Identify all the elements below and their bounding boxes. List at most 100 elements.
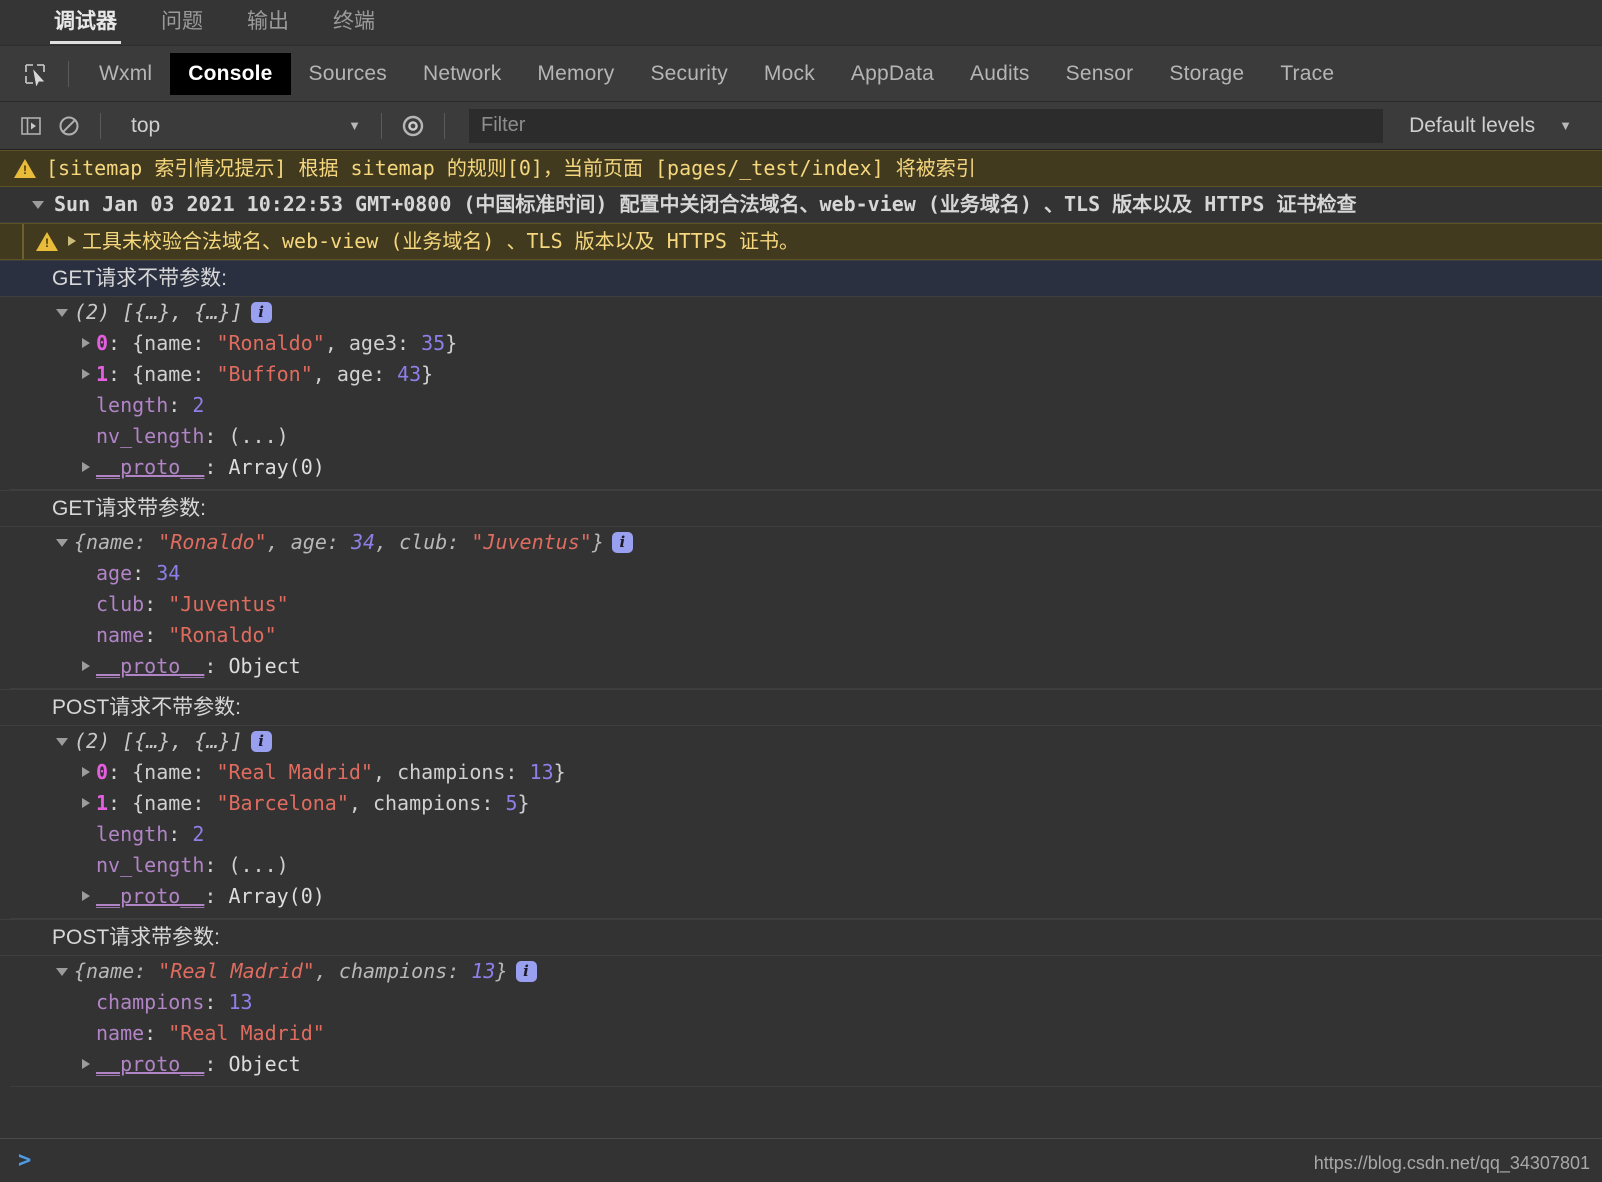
nested-warning-text: 工具未校验合法域名、web-view (业务域名) 、TLS 版本以及 HTTP…	[82, 229, 799, 253]
disclosure-triangle-icon[interactable]	[56, 309, 68, 317]
console-label-row[interactable]: GET请求不带参数:	[0, 260, 1602, 297]
devtools-tab-security[interactable]: Security	[632, 53, 745, 95]
property-value-token: }	[421, 362, 434, 386]
devtools-tab-console[interactable]: Console	[170, 52, 291, 95]
console-sidebar-icon[interactable]	[12, 107, 50, 145]
property-separator: :	[204, 853, 229, 877]
property-key: __proto__	[96, 654, 205, 678]
property-key: length	[96, 822, 169, 846]
disclosure-triangle-icon[interactable]	[82, 1059, 90, 1069]
property-key: __proto__	[96, 1052, 205, 1076]
devtools-tab-storage[interactable]: Storage	[1151, 53, 1262, 95]
property-value-token: "Juventus"	[168, 592, 289, 616]
object-property-line[interactable]: nv_length: (...)	[0, 421, 1602, 452]
warning-icon-nested	[36, 232, 58, 251]
toolbar-divider-3	[381, 112, 382, 139]
console-warning-nested[interactable]: 工具未校验合法域名、web-view (业务域名) 、TLS 版本以及 HTTP…	[0, 223, 1602, 260]
disclosure-triangle-icon[interactable]	[56, 968, 68, 976]
property-separator: :	[204, 424, 229, 448]
devtools-tab-network[interactable]: Network	[405, 53, 519, 95]
property-key: 0	[96, 760, 109, 784]
property-value-token: 2	[192, 822, 205, 846]
disclosure-triangle-icon[interactable]	[82, 338, 90, 348]
preview-token: "Ronaldo"	[158, 530, 267, 554]
property-key: __proto__	[96, 455, 205, 479]
property-value-token: , age3:	[324, 331, 422, 355]
console-group-date[interactable]: Sun Jan 03 2021 10:22:53 GMT+0800 (中国标准时…	[0, 187, 1602, 223]
property-value-token: 2	[192, 393, 205, 417]
console-toolbar: top ▼ Default levels ▼	[0, 102, 1602, 150]
devtools-tab-wxml[interactable]: Wxml	[81, 53, 170, 95]
devtools-tab-strip: Wxml Console Sources Network Memory Security M…	[0, 46, 1602, 102]
console-label-row[interactable]: POST请求不带参数:	[0, 689, 1602, 726]
object-property-line[interactable]: length: 2	[0, 390, 1602, 421]
info-badge-icon[interactable]: i	[250, 730, 272, 752]
disclosure-triangle-icon[interactable]	[82, 661, 90, 671]
clear-console-icon[interactable]	[50, 107, 88, 145]
watermark-text: https://blog.csdn.net/qq_34307801	[1313, 1153, 1590, 1173]
console-label-row[interactable]: POST请求带参数:	[0, 919, 1602, 956]
disclosure-triangle-icon[interactable]	[82, 462, 90, 472]
preview-token: "Juventus"	[471, 530, 592, 554]
log-levels-label: Default levels	[1409, 113, 1536, 137]
object-property-line[interactable]: champions: 13	[0, 987, 1602, 1018]
date-group-text: Sun Jan 03 2021 10:22:53 GMT+0800 (中国标准时…	[54, 192, 1357, 216]
object-property-line[interactable]: __proto__: Array(0)	[0, 452, 1602, 483]
ide-tab-3[interactable]: 终端	[311, 5, 397, 45]
disclosure-triangle-icon[interactable]	[82, 369, 90, 379]
object-property-line[interactable]: 1: {name: "Barcelona", champions: 5}	[0, 788, 1602, 819]
object-property-line[interactable]: 0: {name: "Real Madrid", champions: 13}	[0, 757, 1602, 788]
object-property-line[interactable]: age: 34	[0, 558, 1602, 589]
devtools-tab-audits[interactable]: Audits	[952, 53, 1048, 95]
disclosure-triangle-icon[interactable]	[82, 891, 90, 901]
object-property-line[interactable]: __proto__: Object	[0, 651, 1602, 682]
devtools-tab-sources[interactable]: Sources	[291, 53, 405, 95]
execution-context-select[interactable]: top ▼	[119, 109, 369, 143]
object-property-line[interactable]: 1: {name: "Buffon", age: 43}	[0, 359, 1602, 390]
disclosure-triangle-icon[interactable]	[82, 767, 90, 777]
console-warning-sitemap[interactable]: [sitemap 索引情况提示] 根据 sitemap 的规则[0]，当前页面 …	[0, 150, 1602, 187]
object-property-line[interactable]: name: "Ronaldo"	[0, 620, 1602, 651]
disclosure-triangle-icon[interactable]	[56, 539, 68, 547]
object-property-line[interactable]: __proto__: Array(0)	[0, 881, 1602, 912]
inspect-element-icon[interactable]	[14, 53, 56, 95]
object-preview-line[interactable]: (2) [{…}, {…}] i	[0, 726, 1602, 757]
disclosure-triangle-icon-nested[interactable]	[68, 236, 76, 246]
info-badge-icon[interactable]: i	[250, 301, 272, 323]
object-property-line[interactable]: name: "Real Madrid"	[0, 1018, 1602, 1049]
object-property-line[interactable]: length: 2	[0, 819, 1602, 850]
preview-token: , champions:	[314, 959, 472, 983]
info-badge-icon[interactable]: i	[611, 531, 633, 553]
devtools-tab-trace[interactable]: Trace	[1262, 53, 1352, 95]
ide-tab-0[interactable]: 调试器	[32, 5, 139, 45]
property-value-token: , champions:	[348, 791, 506, 815]
disclosure-triangle-icon[interactable]	[56, 738, 68, 746]
devtools-tab-memory[interactable]: Memory	[519, 53, 632, 95]
devtools-tab-mock[interactable]: Mock	[746, 53, 833, 95]
object-property-line[interactable]: nv_length: (...)	[0, 850, 1602, 881]
disclosure-triangle-icon[interactable]	[32, 201, 44, 209]
console-message-list[interactable]: [sitemap 索引情况提示] 根据 sitemap 的规则[0]，当前页面 …	[0, 150, 1602, 1138]
object-property-line[interactable]: __proto__: Object	[0, 1049, 1602, 1080]
preview-token: 13	[471, 959, 496, 983]
toolbar-divider-4	[444, 112, 445, 139]
property-value-token: }	[445, 331, 458, 355]
log-levels-dropdown[interactable]: Default levels ▼	[1383, 114, 1592, 138]
property-key: champions	[96, 990, 205, 1014]
live-expression-icon[interactable]	[394, 107, 432, 145]
console-prompt-bar[interactable]: > https://blog.csdn.net/qq_34307801	[0, 1138, 1602, 1182]
disclosure-triangle-icon[interactable]	[82, 798, 90, 808]
object-property-line[interactable]: 0: {name: "Ronaldo", age3: 35}	[0, 328, 1602, 359]
object-preview-line[interactable]: {name: "Ronaldo", age: 34, club: "Juvent…	[0, 527, 1602, 558]
ide-tab-1[interactable]: 问题	[139, 5, 225, 45]
console-label-row[interactable]: GET请求带参数:	[0, 490, 1602, 527]
object-preview-line[interactable]: {name: "Real Madrid", champions: 13} i	[0, 956, 1602, 987]
object-property-line[interactable]: club: "Juventus"	[0, 589, 1602, 620]
devtools-tab-appdata[interactable]: AppData	[833, 53, 952, 95]
object-preview-line[interactable]: (2) [{…}, {…}] i	[0, 297, 1602, 328]
info-badge-icon[interactable]: i	[515, 960, 537, 982]
filter-input[interactable]	[469, 108, 1384, 143]
devtools-tab-sensor[interactable]: Sensor	[1048, 53, 1152, 95]
property-value-token: "Real Madrid"	[216, 760, 373, 784]
ide-tab-2[interactable]: 输出	[225, 5, 311, 45]
